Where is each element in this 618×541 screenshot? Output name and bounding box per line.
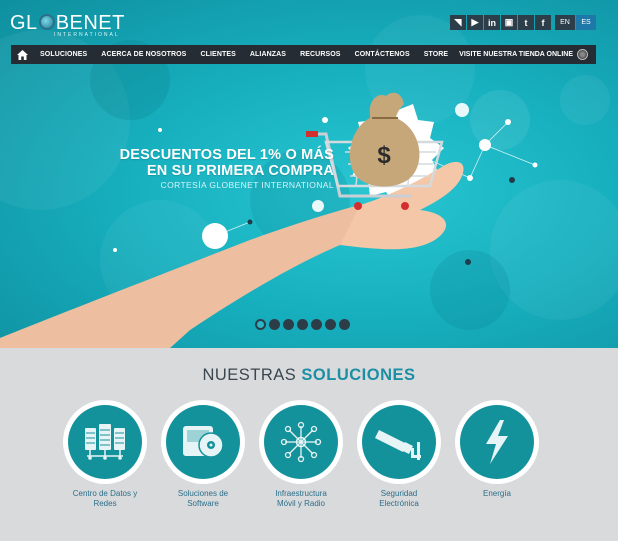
language-switcher: EN ES	[555, 15, 596, 30]
solution-label: Centro de Datos y Redes	[72, 489, 138, 508]
slider-dot-5[interactable]	[311, 319, 322, 330]
solution-label: Infraestructura Móvil y Radio	[275, 489, 327, 508]
solution-data-center[interactable]: Centro de Datos y Redes	[55, 400, 155, 509]
slider-dot-1[interactable]	[255, 319, 266, 330]
hero-banner[interactable]: $ GL BENET INTERNATIONAL ◥ ▶ in ▣ t f EN …	[0, 0, 618, 348]
nav-store[interactable]: STORE	[417, 51, 456, 58]
solutions-title: NUESTRAS SOLUCIONES	[202, 366, 416, 384]
rss-icon[interactable]: ◥	[450, 15, 466, 30]
solution-label: Energía	[482, 489, 512, 498]
social-links: ◥ ▶ in ▣ t f	[450, 15, 551, 30]
main-nav: SOLUCIONES ACERCA DE NOSOTROS CLIENTES A…	[11, 45, 596, 64]
solution-energy[interactable]: Energía	[447, 400, 547, 499]
slider-dot-4[interactable]	[297, 319, 308, 330]
software-disc-icon	[183, 426, 224, 458]
solution-software[interactable]: Soluciones de Software	[153, 400, 253, 509]
solution-label: Seguridad Electrónica	[379, 489, 419, 508]
nav-alianzas[interactable]: ALIANZAS	[243, 51, 293, 58]
promo-credit: CORTESÍA GLOBENET INTERNATIONAL	[160, 180, 334, 190]
slider-dots	[255, 319, 350, 330]
promo-headline: DESCUENTOS DEL 1% O MÁS	[119, 147, 334, 163]
solutions-section: NUESTRAS SOLUCIONES Centro de Datos y Re…	[0, 348, 618, 541]
lang-es-button[interactable]: ES	[576, 15, 596, 30]
online-store-link[interactable]: VISITE NUESTRA TIENDA ONLINE	[459, 45, 588, 64]
youtube-icon[interactable]: ▶	[467, 15, 483, 30]
nav-contactenos[interactable]: CONTÁCTENOS	[348, 51, 417, 58]
nav-clientes[interactable]: CLIENTES	[193, 51, 242, 58]
slider-dot-7[interactable]	[339, 319, 350, 330]
solution-security[interactable]: Seguridad Electrónica	[349, 400, 449, 509]
slider-dot-3[interactable]	[283, 319, 294, 330]
online-store-label: VISITE NUESTRA TIENDA ONLINE	[459, 51, 573, 58]
promo-subheadline: EN SU PRIMERA COMPRA	[146, 163, 334, 179]
linkedin-icon[interactable]: in	[484, 15, 500, 30]
globe-icon	[38, 14, 55, 30]
slider-dot-6[interactable]	[325, 319, 336, 330]
facebook-icon[interactable]: f	[535, 15, 551, 30]
lang-en-button[interactable]: EN	[555, 15, 575, 30]
nav-acerca[interactable]: ACERCA DE NOSOTROS	[94, 51, 193, 58]
slider-dot-2[interactable]	[269, 319, 280, 330]
home-icon[interactable]	[11, 45, 33, 64]
nav-recursos[interactable]: RECURSOS	[293, 51, 347, 58]
solution-infrastructure[interactable]: Infraestructura Móvil y Radio	[251, 400, 351, 509]
network-hub-icon	[280, 421, 322, 463]
solution-label: Soluciones de Software	[177, 489, 229, 508]
server-rack-icon	[85, 424, 125, 460]
svg-text:$: $	[377, 142, 391, 169]
twitter-icon[interactable]: t	[518, 15, 534, 30]
lightning-bolt-icon	[486, 420, 508, 464]
promo-text: DESCUENTOS DEL 1% O MÁS EN SU PRIMERA CO…	[108, 147, 334, 190]
logo-subtitle: INTERNATIONAL	[54, 32, 120, 38]
instagram-icon[interactable]: ▣	[501, 15, 517, 30]
store-icon	[577, 49, 588, 60]
nav-soluciones[interactable]: SOLUCIONES	[33, 51, 94, 58]
security-camera-icon	[375, 430, 421, 460]
